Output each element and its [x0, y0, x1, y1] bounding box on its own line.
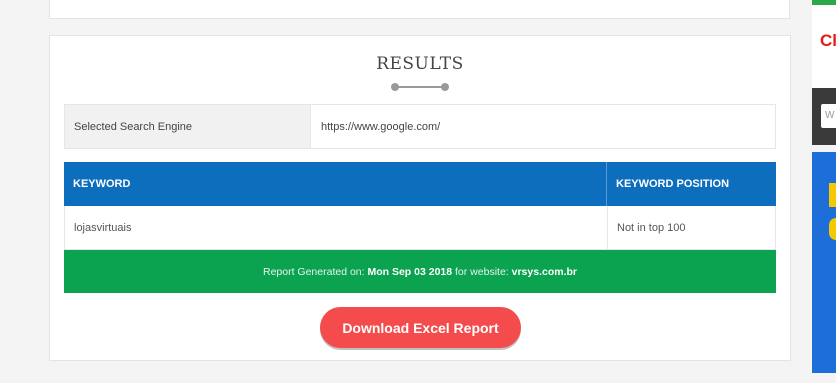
heading-divider: [391, 82, 449, 92]
keyword-column-header: KEYWORD: [64, 162, 607, 206]
keyword-table-header: KEYWORD KEYWORD POSITION: [64, 162, 776, 206]
results-card: RESULTS Selected Search Engine https://w…: [49, 35, 791, 361]
sidebar-ad-shape-1: [829, 183, 836, 207]
report-date: Mon Sep 03 2018: [367, 265, 453, 278]
position-cell: Not in top 100: [617, 221, 686, 234]
report-generated-bar: Report Generated on: Mon Sep 03 2018 for…: [64, 250, 776, 293]
sidebar-search-input[interactable]: W: [821, 104, 836, 128]
divider-line: [395, 86, 445, 88]
search-engine-row: Selected Search Engine https://www.googl…: [64, 104, 776, 149]
sidebar-promo-text: Cl: [820, 31, 836, 50]
search-engine-label: Selected Search Engine: [65, 105, 311, 148]
report-prefix: Report Generated on:: [262, 265, 368, 278]
divider-dot-right: [441, 83, 449, 91]
previous-card: [49, 0, 790, 19]
report-website: vrsys.com.br: [511, 265, 577, 278]
divider-dot-left: [391, 83, 399, 91]
download-excel-button[interactable]: Download Excel Report: [320, 307, 521, 348]
keyword-cell: lojasvirtuais: [65, 206, 608, 249]
keyword-table: KEYWORD KEYWORD POSITION lojasvirtuais N…: [64, 162, 776, 250]
report-middle: for website:: [452, 265, 512, 278]
table-row: lojasvirtuais Not in top 100: [64, 206, 776, 250]
search-engine-value: https://www.google.com/: [321, 120, 441, 133]
results-heading: RESULTS: [376, 54, 464, 74]
sidebar-ad-shape-2: [829, 218, 836, 240]
position-column-header: KEYWORD POSITION: [616, 178, 730, 190]
